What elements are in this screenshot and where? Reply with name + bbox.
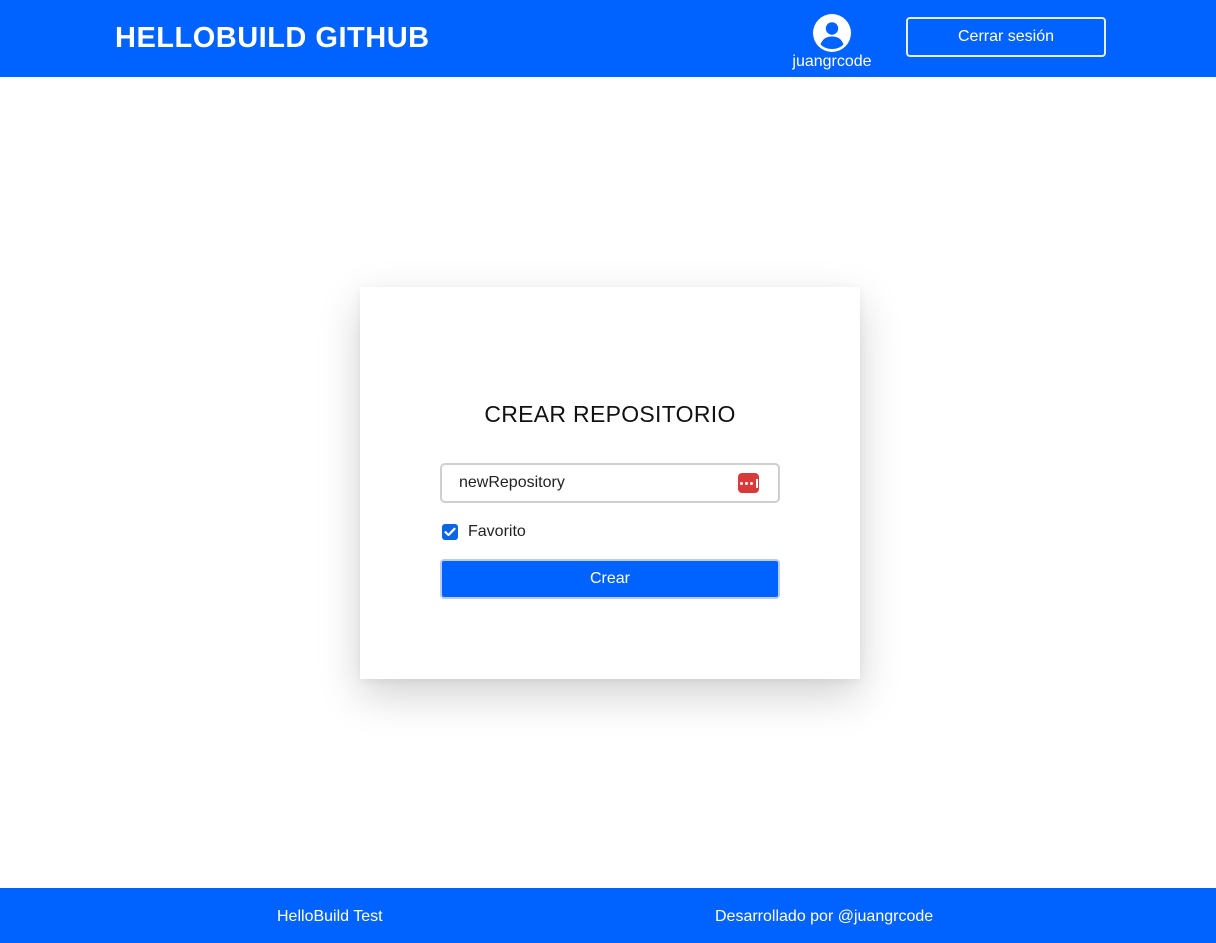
user-profile[interactable]: juangrcode [786,14,878,72]
app-brand[interactable]: HELLOBUILD GITHUB [115,20,430,56]
logout-button[interactable]: Cerrar sesión [906,17,1106,57]
footer-project-name: HelloBuild Test [277,908,383,925]
username-label: juangrcode [792,53,872,70]
repo-name-field[interactable] [440,463,780,503]
create-button[interactable]: Crear [440,559,780,599]
footer: HelloBuild Test Desarrollado por @juangr… [0,888,1216,943]
favorite-label: Favorito [468,523,526,540]
checkmark-icon [444,527,456,537]
create-repo-card: CREAR REPOSITORIO Favorito Crear [360,287,860,679]
password-manager-icon[interactable] [738,473,759,493]
form-title: CREAR REPOSITORIO [484,401,736,427]
user-circle-icon [813,14,851,52]
favorite-option[interactable]: Favorito [442,523,526,541]
footer-credit: Desarrollado por @juangrcode [715,908,934,925]
favorite-checkbox[interactable] [442,524,458,540]
top-navbar: HELLOBUILD GITHUB juangrcode Cerrar sesi… [0,0,1216,77]
repo-name-input[interactable] [442,465,742,501]
